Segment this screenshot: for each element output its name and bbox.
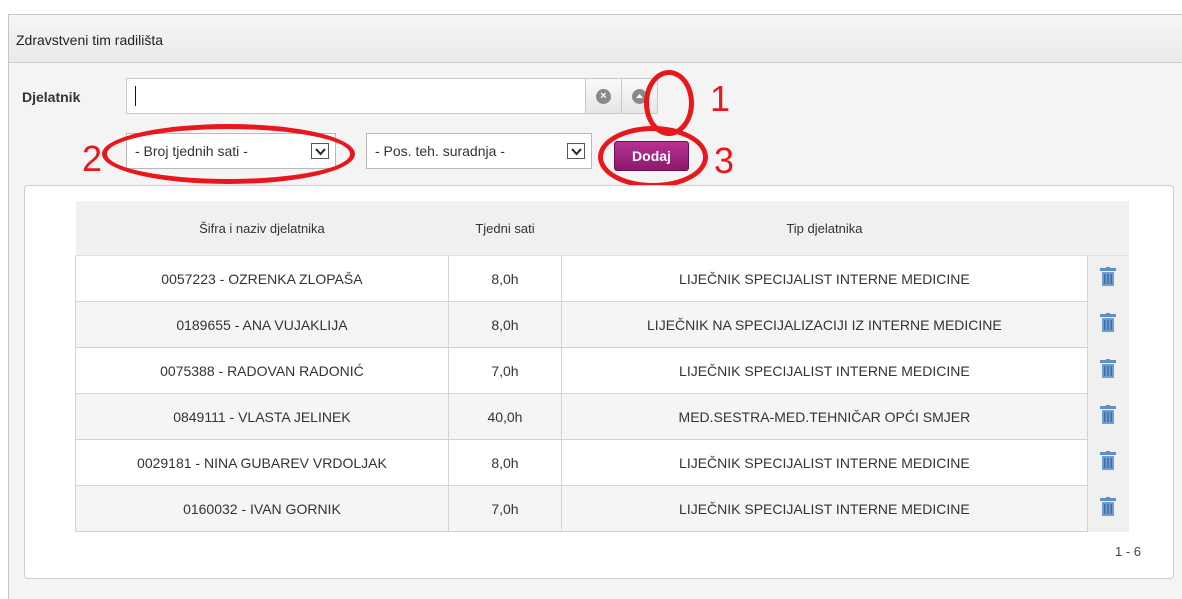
clear-icon: × xyxy=(596,88,611,104)
cell-type: MED.SESTRA-MED.TEHNIČAR OPĆI SMJER xyxy=(561,393,1088,440)
trash-icon[interactable] xyxy=(1099,451,1117,474)
column-header-hours[interactable]: Tjedni sati xyxy=(448,201,562,256)
cell-employee: 0057223 - OZRENKA ZLOPAŠA xyxy=(75,255,449,302)
employee-label: Djelatnik xyxy=(22,89,81,105)
annotation-number-2: 2 xyxy=(82,138,103,179)
panel-header: Zdravstveni tim radilišta xyxy=(9,15,1182,63)
delete-cell xyxy=(1087,439,1129,486)
text-caret xyxy=(135,86,136,106)
delete-cell xyxy=(1087,347,1129,394)
annotation-number-3: 3 xyxy=(714,140,735,181)
cell-type: LIJEČNIK NA SPECIJALIZACIJI IZ INTERNE M… xyxy=(561,301,1088,348)
table-row[interactable]: 0057223 - OZRENKA ZLOPAŠA 8,0h LIJEČNIK SP… xyxy=(75,255,1129,302)
cell-hours: 7,0h xyxy=(447,485,563,532)
table-row[interactable]: 0075388 - RADOVAN RADONIĆ 7,0h LIJEČNIK SP… xyxy=(75,347,1129,394)
table-row[interactable]: 0160032 - IVAN GORNIK 7,0h LIJEČNIK SPECIJ… xyxy=(75,485,1129,532)
cell-type: LIJEČNIK SPECIJALIST INTERNE MEDICINE xyxy=(561,439,1088,486)
pager-info: 1 - 6 xyxy=(1114,544,1141,559)
table-row[interactable]: 0189655 - ANA VUJAKLIJA 8,0h LIJEČNIK NA S… xyxy=(75,301,1129,348)
employee-table: Šifra i naziv djelatnika Tjedni sati Tip… xyxy=(75,201,1129,532)
table-row[interactable]: 0029181 - NINA GUBAREV VRDOLJAK 8,0h LIJEČ… xyxy=(75,439,1129,486)
table-row[interactable]: 0849111 - VLASTA JELINEK 40,0h MED.SESTRA-… xyxy=(75,393,1129,440)
annotation-number-1: 1 xyxy=(710,78,731,119)
cell-hours: 40,0h xyxy=(447,393,563,440)
trash-icon[interactable] xyxy=(1099,405,1117,428)
employee-input[interactable] xyxy=(126,78,586,114)
cell-hours: 7,0h xyxy=(447,347,563,394)
trash-icon[interactable] xyxy=(1099,359,1117,382)
column-header-actions xyxy=(1087,201,1129,256)
cooperation-select-value: - Pos. teh. suradnja - xyxy=(375,143,505,159)
delete-cell xyxy=(1087,301,1129,348)
table-header-row: Šifra i naziv djelatnika Tjedni sati Tip… xyxy=(75,201,1129,256)
panel-title: Zdravstveni tim radilišta xyxy=(16,32,164,48)
cooperation-select[interactable]: - Pos. teh. suradnja - xyxy=(366,133,592,169)
delete-cell xyxy=(1087,485,1129,532)
trash-icon[interactable] xyxy=(1099,313,1117,336)
cell-employee: 0160032 - IVAN GORNIK xyxy=(75,485,449,532)
cell-type: LIJEČNIK SPECIJALIST INTERNE MEDICINE xyxy=(561,485,1088,532)
column-header-type[interactable]: Tip djelatnika xyxy=(561,201,1088,256)
cell-hours: 8,0h xyxy=(447,439,563,486)
trash-icon[interactable] xyxy=(1099,267,1117,290)
cell-hours: 8,0h xyxy=(447,301,563,348)
annotation-circle-3 xyxy=(598,126,708,188)
delete-cell xyxy=(1087,393,1129,440)
employee-table-container: Šifra i naziv djelatnika Tjedni sati Tip… xyxy=(24,185,1174,579)
cell-employee: 0189655 - ANA VUJAKLIJA xyxy=(75,301,449,348)
cell-type: LIJEČNIK SPECIJALIST INTERNE MEDICINE xyxy=(561,255,1088,302)
trash-icon[interactable] xyxy=(1099,497,1117,520)
column-header-employee[interactable]: Šifra i naziv djelatnika xyxy=(75,201,449,256)
clear-button[interactable]: × xyxy=(586,78,622,114)
cell-employee: 0849111 - VLASTA JELINEK xyxy=(75,393,449,440)
cell-hours: 8,0h xyxy=(447,255,563,302)
delete-cell xyxy=(1087,255,1129,302)
cell-employee: 0029181 - NINA GUBAREV VRDOLJAK xyxy=(75,439,449,486)
chevron-down-icon xyxy=(567,143,585,159)
cell-employee: 0075388 - RADOVAN RADONIĆ xyxy=(75,347,449,394)
annotation-circle-2 xyxy=(102,124,355,184)
cell-type: LIJEČNIK SPECIJALIST INTERNE MEDICINE xyxy=(561,347,1088,394)
